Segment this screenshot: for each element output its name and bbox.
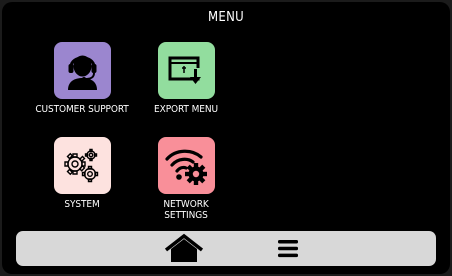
system-button[interactable] bbox=[54, 137, 111, 194]
headset-icon bbox=[68, 55, 97, 90]
home-button[interactable] bbox=[164, 233, 204, 264]
export-icon bbox=[168, 56, 201, 84]
export-menu-label: EXPORT MENU bbox=[154, 104, 218, 115]
hamburger-icon bbox=[278, 240, 298, 258]
export-menu-button[interactable] bbox=[158, 42, 215, 99]
network-settings-button[interactable] bbox=[158, 137, 215, 194]
export-menu-tile[interactable]: EXPORT MENU bbox=[131, 42, 241, 132]
gears-icon bbox=[64, 148, 99, 183]
network-settings-tile[interactable]: NETWORK SETTINGS bbox=[131, 137, 241, 227]
network-settings-label: NETWORK SETTINGS bbox=[163, 199, 209, 221]
menu-button[interactable] bbox=[272, 235, 304, 262]
home-icon bbox=[164, 233, 204, 262]
customer-support-tile[interactable]: CUSTOMER SUPPORT bbox=[27, 42, 137, 132]
menu-screen: MENU CUSTOMER SUPPORT EXPORT MENU SYSTEM… bbox=[2, 2, 450, 274]
wifi-gear-icon bbox=[165, 149, 207, 185]
bottom-nav-bar bbox=[16, 231, 436, 266]
page-title: MENU bbox=[208, 10, 244, 25]
customer-support-button[interactable] bbox=[54, 42, 111, 99]
